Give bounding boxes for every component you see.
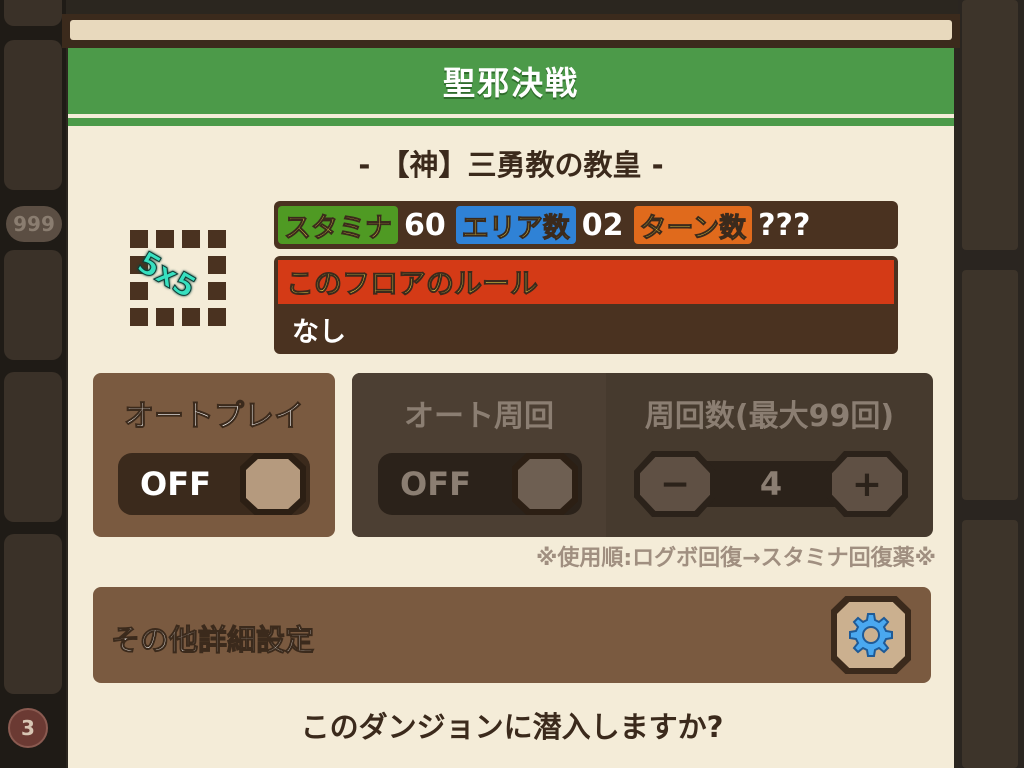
background-right-column <box>958 0 1024 768</box>
turn-count-value: ??? <box>758 207 811 243</box>
grid-cell <box>130 308 148 326</box>
auto-loop-toggle[interactable]: OFF <box>378 453 582 515</box>
auto-loop-title: オート周回 <box>404 399 554 434</box>
grid-cell <box>208 282 226 300</box>
boss-name: - 【神】三勇教の教皇 - <box>358 148 664 182</box>
grid-cell <box>208 230 226 248</box>
auto-loop-panel: オート周回 OFF 周回数(最大99回) − 4 + <box>352 373 933 537</box>
background-tile <box>4 372 62 522</box>
background-left-column: 999 3 <box>0 0 66 768</box>
background-tile <box>4 250 62 360</box>
other-settings-bar[interactable]: その他詳細設定 <box>93 587 931 683</box>
auto-play-toggle-state: OFF <box>140 465 211 503</box>
dialog-title-bar: 聖邪決戦 <box>68 48 954 118</box>
title-underline <box>68 118 954 126</box>
minus-icon: − <box>640 457 710 511</box>
stamina-label: スタミナ <box>278 206 398 244</box>
grid-cell <box>208 256 226 274</box>
background-tile <box>4 0 62 26</box>
grid-cell <box>182 308 200 326</box>
grid-cell <box>130 230 148 248</box>
confirm-question: このダンジョンに潜入しますか? <box>300 710 724 744</box>
settings-button[interactable] <box>831 596 911 674</box>
toggle-knob-face <box>246 459 300 509</box>
floor-rule-header: このフロアのルール <box>278 260 894 304</box>
dialog-title: 聖邪決戦 <box>442 64 579 102</box>
background-plank <box>962 0 1018 250</box>
grid-cell <box>130 282 148 300</box>
stamina-value: 60 <box>404 207 446 243</box>
turn-count-label: ターン数 <box>633 206 753 244</box>
usage-order-note: ※使用順:ログボ回復→スタミナ回復薬※ <box>535 546 936 571</box>
dialog-top-plank <box>70 20 952 40</box>
gear-icon <box>849 613 893 657</box>
floor-rule-value: なし <box>292 317 346 348</box>
other-settings-label: その他詳細設定 <box>110 623 315 658</box>
toggle-knob <box>512 453 578 515</box>
loop-count-title: 周回数(最大99回) <box>644 399 895 434</box>
auto-play-toggle[interactable]: OFF <box>118 453 310 515</box>
loop-count-value: 4 <box>759 465 783 503</box>
toggle-knob-face <box>518 459 572 509</box>
grid-cell <box>156 230 174 248</box>
increment-button[interactable]: + <box>826 451 908 517</box>
area-count-label: エリア数 <box>455 206 576 244</box>
floor-rule-box: このフロアのルール なし <box>274 256 898 354</box>
dungeon-stats-row: スタミナ 60 エリア数 02 ターン数 ??? <box>274 201 898 249</box>
loop-count-stepper: − 4 + <box>634 451 908 517</box>
grid-cell <box>182 230 200 248</box>
toggle-knob <box>240 453 306 515</box>
plus-icon: + <box>832 457 902 511</box>
background-tile <box>4 40 62 190</box>
auto-loop-toggle-state: OFF <box>400 465 471 503</box>
background-tile <box>4 534 62 694</box>
background-badge: 999 <box>6 206 62 242</box>
settings-button-face <box>837 602 905 668</box>
area-count-value: 02 <box>581 207 624 243</box>
grid-5x5-icon: 5x5 <box>130 230 226 326</box>
grid-cell <box>208 308 226 326</box>
grid-cell <box>156 308 174 326</box>
auto-play-panel: オートプレイ OFF <box>93 373 335 537</box>
background-plank <box>962 270 1018 500</box>
auto-play-title: オートプレイ <box>124 399 305 435</box>
decrement-button[interactable]: − <box>634 451 716 517</box>
